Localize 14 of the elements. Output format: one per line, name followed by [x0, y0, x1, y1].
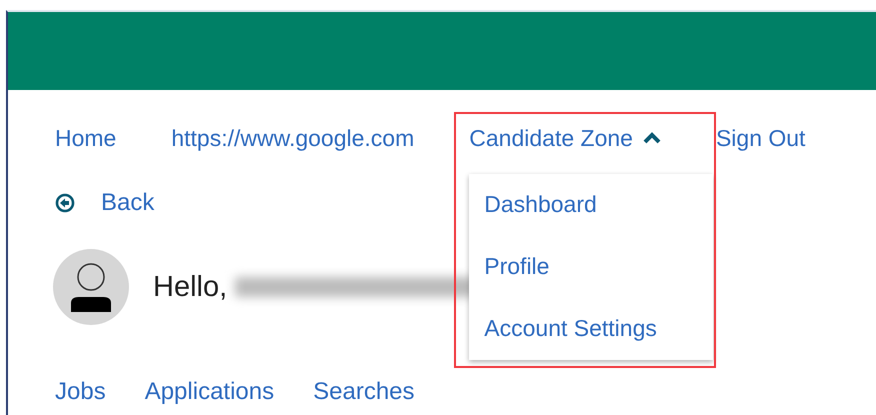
dropdown-toggle[interactable]: Candidate Zone	[469, 124, 661, 152]
chevron-icon	[642, 132, 661, 144]
avatar-icon	[53, 249, 129, 325]
tab[interactable]: Jobs	[55, 378, 106, 406]
greeting-text: Hello,	[153, 270, 228, 304]
nav-link[interactable]: https://www.google.com	[171, 124, 414, 152]
menu-item[interactable]: Profile	[469, 236, 714, 298]
nav-link[interactable]: Home	[55, 124, 116, 152]
back-link[interactable]: Back	[55, 189, 154, 217]
nav-link[interactable]: Sign Out	[716, 124, 806, 152]
tab[interactable]: Applications	[144, 378, 274, 406]
tab[interactable]: Searches	[313, 378, 415, 406]
menu-item[interactable]: Dashboard	[469, 174, 714, 236]
menu-item[interactable]: Account Settings	[469, 298, 714, 360]
